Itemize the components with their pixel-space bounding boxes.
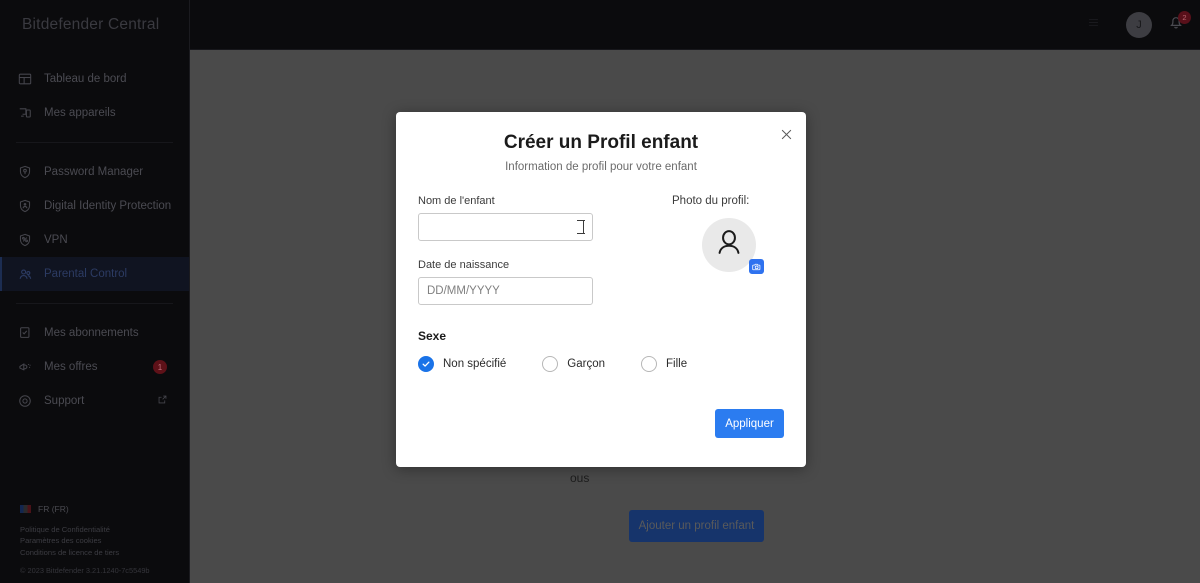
footer-links: Politique de Confidentialité Paramètres … bbox=[0, 524, 189, 558]
birth-date-input[interactable] bbox=[418, 277, 593, 305]
brand-title: Bitdefender Central bbox=[22, 16, 160, 33]
radio-circle-icon bbox=[542, 356, 559, 372]
language-label: FR (FR) bbox=[38, 504, 69, 515]
parental-icon bbox=[14, 265, 36, 283]
sidebar-item-label: Support bbox=[44, 395, 85, 407]
sidebar-item-devices[interactable]: Mes appareils bbox=[0, 96, 189, 130]
sidebar-item-label: Digital Identity Protection bbox=[44, 200, 172, 212]
birth-date-label: Date de naissance bbox=[418, 259, 510, 271]
profile-photo-avatar[interactable] bbox=[702, 218, 764, 274]
sidebar-nav: Tableau de bord Mes appareils Password M… bbox=[0, 50, 189, 418]
radio-label: Garçon bbox=[567, 358, 606, 370]
sidebar-item-password-manager[interactable]: Password Manager bbox=[0, 155, 189, 189]
top-bar: J 2 bbox=[190, 0, 1200, 50]
add-child-profile-button[interactable]: Ajouter un profil enfant bbox=[629, 510, 764, 542]
modal-subtitle: Information de profil pour votre enfant bbox=[505, 161, 697, 173]
avatar[interactable]: J bbox=[1126, 11, 1152, 38]
modal-title: Créer un Profil enfant bbox=[503, 132, 699, 153]
radio-label: Non spécifié bbox=[443, 358, 507, 370]
sidebar-item-label: VPN bbox=[44, 234, 68, 246]
child-name-input[interactable] bbox=[418, 213, 593, 241]
subscription-icon bbox=[14, 324, 36, 342]
apply-button[interactable]: Appliquer bbox=[715, 409, 784, 438]
footer-link-third-party[interactable]: Conditions de licence de tiers bbox=[20, 547, 189, 558]
background-partial-text: ous bbox=[570, 471, 590, 485]
radio-circle-icon bbox=[641, 356, 658, 372]
language-selector[interactable]: FR (FR) bbox=[0, 504, 189, 524]
shield-vpn-icon bbox=[14, 231, 36, 249]
radio-fille[interactable]: Fille bbox=[641, 356, 687, 372]
profile-photo-label: Photo du profil: bbox=[672, 195, 750, 207]
sidebar-footer: FR (FR) Politique de Confidentialité Par… bbox=[0, 504, 189, 583]
notifications-button[interactable]: 2 bbox=[1164, 10, 1191, 37]
shield-id-icon bbox=[14, 197, 36, 215]
sex-section: Sexe Non spécifié Garçon Fille bbox=[396, 329, 806, 372]
sidebar-item-label: Mes abonnements bbox=[44, 327, 139, 339]
sidebar-item-label: Password Manager bbox=[44, 166, 144, 178]
offers-badge: 1 bbox=[153, 360, 167, 374]
sidebar-group-account: Mes abonnements Mes offres 1 Support bbox=[0, 316, 189, 418]
devices-icon bbox=[14, 104, 36, 122]
sidebar-item-parental-control[interactable]: Parental Control bbox=[0, 257, 189, 291]
person-icon bbox=[712, 226, 746, 265]
sidebar-item-label: Mes offres bbox=[44, 361, 98, 373]
sex-label: Sexe bbox=[418, 329, 447, 343]
sidebar-item-label: Parental Control bbox=[44, 268, 128, 280]
shield-key-icon bbox=[14, 163, 36, 181]
dashboard-icon bbox=[14, 70, 36, 88]
sidebar-divider bbox=[16, 142, 173, 143]
sidebar-item-label: Tableau de bord bbox=[44, 73, 127, 85]
sidebar-item-subscriptions[interactable]: Mes abonnements bbox=[0, 316, 189, 350]
sidebar-item-digital-identity-protection[interactable]: Digital Identity Protection bbox=[0, 189, 189, 223]
camera-icon[interactable] bbox=[749, 259, 764, 274]
sidebar-item-dashboard[interactable]: Tableau de bord bbox=[0, 62, 189, 96]
external-link-icon bbox=[158, 395, 167, 407]
offers-icon bbox=[14, 358, 36, 376]
sidebar-item-offers[interactable]: Mes offres 1 bbox=[0, 350, 189, 384]
menu-icon[interactable] bbox=[1087, 16, 1100, 34]
modal-form: Nom de l'enfant Date de naissance Photo … bbox=[396, 195, 806, 305]
footer-link-privacy[interactable]: Politique de Confidentialité bbox=[20, 524, 189, 535]
close-icon[interactable] bbox=[778, 126, 794, 142]
footer-link-cookies[interactable]: Paramètres des cookies bbox=[20, 535, 189, 546]
app-root: Bitdefender Central Tableau de bord Mes … bbox=[0, 0, 1200, 583]
sex-radio-group: Non spécifié Garçon Fille bbox=[418, 356, 784, 372]
fr-flag-icon bbox=[20, 505, 31, 514]
radio-check-icon bbox=[418, 356, 434, 372]
radio-garcon[interactable]: Garçon bbox=[542, 356, 605, 372]
sidebar-group-products: Password Manager Digital Identity Protec… bbox=[0, 155, 189, 291]
child-name-label: Nom de l'enfant bbox=[418, 195, 495, 207]
create-child-profile-modal: Créer un Profil enfant Information de pr… bbox=[396, 112, 806, 467]
radio-non-specifie[interactable]: Non spécifié bbox=[418, 356, 506, 372]
copyright-text: © 2023 Bitdefender 3.21.1240-7c5549b bbox=[20, 566, 150, 575]
sidebar-item-support[interactable]: Support bbox=[0, 384, 189, 418]
avatar-initial: J bbox=[1136, 18, 1142, 31]
sidebar-group-main: Tableau de bord Mes appareils bbox=[0, 62, 189, 130]
sidebar-item-vpn[interactable]: VPN bbox=[0, 223, 189, 257]
sidebar-item-label: Mes appareils bbox=[44, 107, 116, 119]
sidebar-divider bbox=[16, 303, 173, 304]
radio-label: Fille bbox=[666, 358, 688, 370]
sidebar: Bitdefender Central Tableau de bord Mes … bbox=[0, 0, 190, 583]
support-icon bbox=[14, 392, 36, 410]
notifications-badge: 2 bbox=[1178, 10, 1191, 24]
